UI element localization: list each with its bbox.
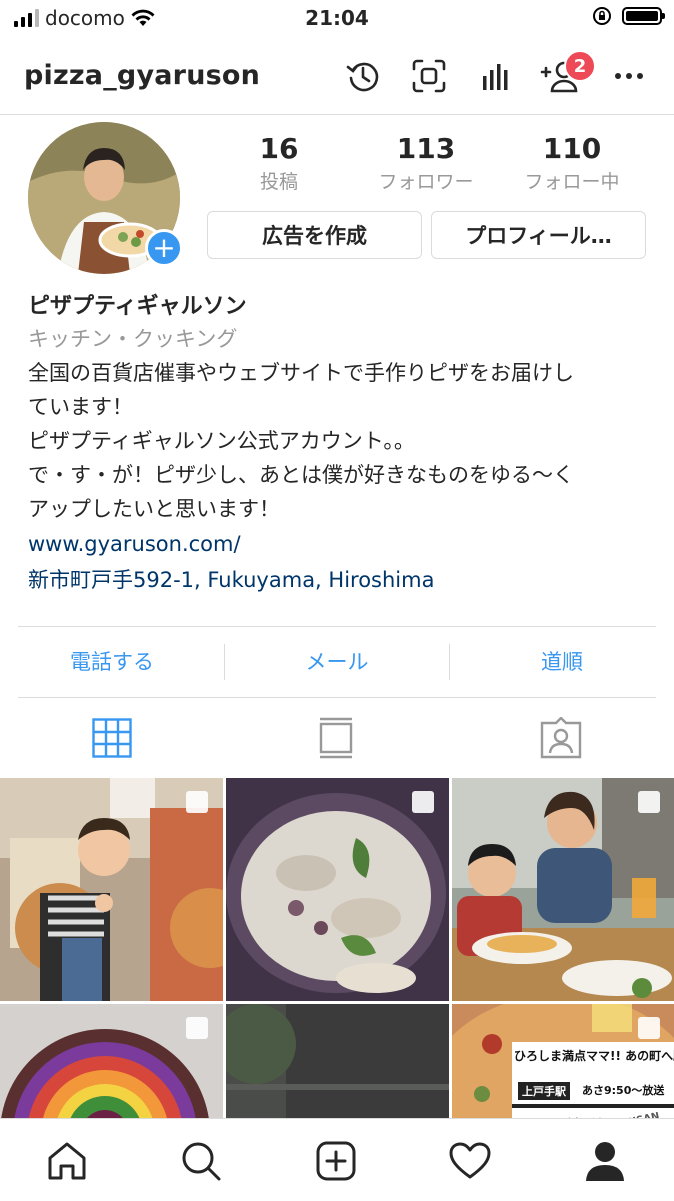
- bio-line: アップしたいと思います！: [28, 497, 280, 521]
- bio-line: ピザプティギャルソン公式アカウント。。: [28, 429, 415, 453]
- nav-activity[interactable]: [444, 1135, 496, 1187]
- multiple-posts-icon: [186, 1017, 208, 1039]
- post-thumbnail[interactable]: [0, 1004, 223, 1120]
- address-link[interactable]: 新市町戸手592-1, Fukuyama, Hiroshima: [28, 562, 648, 598]
- profile-icon: [586, 1142, 624, 1181]
- category-label: キッチン・クッキング: [28, 327, 238, 351]
- following-count: 110: [542, 132, 602, 165]
- tagged-tab[interactable]: [531, 712, 591, 764]
- archive-history-icon[interactable]: [343, 56, 383, 96]
- nav-search[interactable]: [175, 1135, 227, 1187]
- nav-profile[interactable]: [579, 1135, 631, 1187]
- multiple-posts-icon: [186, 791, 208, 813]
- following-label: フォロー中: [524, 171, 620, 193]
- poster-airtime: あさ9:50〜放送: [582, 1084, 665, 1097]
- bio-section: ピザプティギャルソン キッチン・クッキング 全国の百貨店催事やウェブサイトで手作…: [28, 292, 648, 598]
- bio-line: で・す・が！ピザ少し、あとは僕が好きなものをゆる〜く: [28, 463, 574, 487]
- activity-heart-icon: [449, 1142, 491, 1179]
- nav-new-post[interactable]: [310, 1135, 362, 1187]
- clock: 21:04: [305, 6, 369, 30]
- orientation-lock-icon: [593, 7, 611, 25]
- website-link[interactable]: www.gyaruson.com/: [28, 526, 648, 562]
- followers-count: 113: [396, 132, 456, 165]
- post-thumbnail[interactable]: [226, 1004, 449, 1120]
- post-thumbnail[interactable]: ひろしま満点ママ!! あの町へ駅んさ 上戸手駅 あさ9:50〜放送 7/4 放送…: [452, 1004, 674, 1120]
- edit-profile-button[interactable]: プロフィール…: [431, 211, 646, 259]
- stat-posts[interactable]: 16 投稿: [209, 132, 349, 194]
- nav-home[interactable]: [41, 1135, 93, 1187]
- post-thumbnail[interactable]: [226, 778, 449, 1001]
- bottom-navigation: [0, 1118, 674, 1201]
- divider: [18, 697, 656, 698]
- display-name: ピザプティギャルソン: [28, 294, 247, 319]
- email-button[interactable]: メール: [225, 646, 449, 676]
- stat-following[interactable]: 110 フォロー中: [502, 132, 642, 194]
- divider: [18, 626, 656, 627]
- grid-tab[interactable]: [82, 712, 142, 764]
- menu-more-icon[interactable]: [609, 56, 649, 96]
- call-button[interactable]: 電話する: [0, 646, 224, 676]
- post-grid: ひろしま満点ママ!! あの町へ駅んさ 上戸手駅 あさ9:50〜放送 7/4 放送…: [0, 778, 674, 1120]
- add-story-icon[interactable]: +: [145, 229, 183, 267]
- insights-icon[interactable]: [476, 56, 516, 96]
- posts-label: 投稿: [259, 171, 298, 193]
- stat-followers[interactable]: 113 フォロワー: [356, 132, 496, 194]
- status-right: [592, 6, 665, 26]
- search-icon: [182, 1142, 221, 1181]
- bio-line: ています！: [28, 395, 133, 419]
- multiple-posts-icon: [638, 1017, 660, 1039]
- multiple-posts-icon: [638, 791, 660, 813]
- battery-icon: [622, 7, 665, 25]
- home-icon: [48, 1142, 86, 1180]
- new-post-icon: [316, 1141, 356, 1181]
- status-bar: docomo 21:04: [0, 0, 674, 40]
- posts-count: 16: [259, 132, 299, 165]
- feed-icon: [319, 717, 353, 759]
- multiple-posts-icon: [412, 791, 434, 813]
- directions-button[interactable]: 道順: [450, 646, 674, 676]
- create-ad-button[interactable]: 広告を作成: [207, 211, 422, 259]
- notification-badge: 2: [564, 50, 596, 82]
- poster-station: 上戸手駅: [518, 1082, 570, 1100]
- qr-scan-icon[interactable]: [409, 56, 449, 96]
- username[interactable]: pizza_gyaruson: [24, 60, 260, 91]
- poster-headline: ひろしま満点ママ!! あの町へ駅んさ: [514, 1049, 674, 1063]
- post-thumbnail[interactable]: [0, 778, 223, 1001]
- feed-tab[interactable]: [306, 712, 366, 764]
- post-thumbnail[interactable]: [452, 778, 674, 1001]
- grid-icon: [92, 718, 132, 758]
- tagged-icon: [540, 717, 582, 759]
- followers-label: フォロワー: [378, 171, 474, 193]
- bio-line: 全国の百貨店催事やウェブサイトで手作りピザをお届けし: [28, 361, 574, 385]
